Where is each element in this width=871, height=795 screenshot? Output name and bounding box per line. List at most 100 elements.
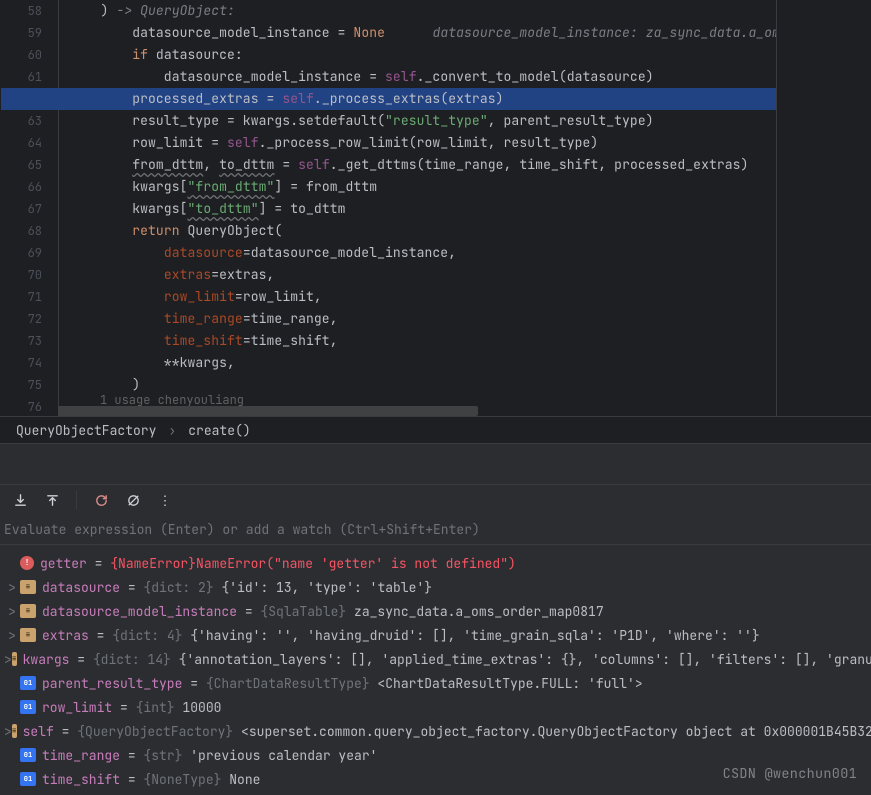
line-number: 64 <box>0 132 58 154</box>
variable-row[interactable]: >≡kwargs = {dict: 14} {'annotation_layer… <box>0 647 871 671</box>
variable-type: {dict: 4} <box>112 627 190 644</box>
code-line[interactable]: processed_extras = self._process_extras(… <box>59 88 871 110</box>
variable-type: {ChartDataResultType} <box>206 675 378 692</box>
breadcrumb-class[interactable]: QueryObjectFactory <box>16 422 156 439</box>
mute-icon[interactable] <box>125 492 141 508</box>
expand-icon[interactable]: > <box>4 603 20 620</box>
error-icon: ! <box>20 556 34 570</box>
breadcrumb-method[interactable]: create() <box>188 422 250 439</box>
expand-icon[interactable]: > <box>4 723 12 740</box>
variable-value: {'annotation_layers': [], 'applied_time_… <box>179 651 871 668</box>
separator <box>76 491 77 509</box>
variable-name: time_range <box>42 747 120 764</box>
line-number: 75 <box>0 374 58 396</box>
variable-row[interactable]: >≡datasource_model_instance = {SqlaTable… <box>0 599 871 623</box>
line-gutter: 58596061626364656667686970717273747576 <box>0 0 58 416</box>
variable-type: {int} <box>136 699 183 716</box>
code-line[interactable]: result_type = kwargs.setdefault("result_… <box>69 110 871 132</box>
variable-row[interactable]: 01row_limit = {int} 10000 <box>0 695 871 719</box>
variable-name: row_limit <box>42 699 112 716</box>
variable-value: 'previous calendar year' <box>190 747 377 764</box>
variable-name: datasource_model_instance <box>42 603 237 620</box>
variable-row[interactable]: !getter = {NameError}NameError("name 'ge… <box>0 551 871 575</box>
code-line[interactable]: kwargs["from_dttm"] = from_dttm <box>69 176 871 198</box>
expand-icon <box>4 771 20 788</box>
variable-row[interactable]: >≡self = {QueryObjectFactory} <superset.… <box>0 719 871 743</box>
variable-name: extras <box>42 627 89 644</box>
upload-icon[interactable] <box>44 492 60 508</box>
primitive-icon: 01 <box>20 772 36 786</box>
line-number: 67 <box>0 198 58 220</box>
code-line[interactable]: datasource=datasource_model_instance, <box>69 242 871 264</box>
expand-icon <box>4 555 20 572</box>
code-line[interactable]: row_limit = self._process_row_limit(row_… <box>69 132 871 154</box>
download-icon[interactable] <box>12 492 28 508</box>
expand-icon[interactable]: > <box>4 579 20 596</box>
watch-expression-input[interactable] <box>0 515 871 545</box>
variable-type: {dict: 14} <box>93 651 179 668</box>
variable-name: kwargs <box>23 651 70 668</box>
line-number: 74 <box>0 352 58 374</box>
code-line[interactable]: datasource_model_instance = self._conver… <box>69 66 871 88</box>
variable-type: {str} <box>143 747 190 764</box>
code-line[interactable]: kwargs["to_dttm"] = to_dttm <box>69 198 871 220</box>
code-line[interactable]: datasource_model_instance = None datasou… <box>69 22 871 44</box>
primitive-icon: 01 <box>20 748 36 762</box>
object-icon: ≡ <box>20 580 36 594</box>
code-area[interactable]: ) -> QueryObject: datasource_model_insta… <box>58 0 871 416</box>
more-vertical-icon[interactable]: ⋮ <box>157 492 173 508</box>
line-number: 70 <box>0 264 58 286</box>
panel-spacer <box>0 444 871 485</box>
line-number: 68 <box>0 220 58 242</box>
object-icon: ≡ <box>12 724 17 738</box>
right-stripe <box>776 0 871 416</box>
variable-value: za_sync_data.a_oms_order_map0817 <box>354 603 604 620</box>
line-number: 71 <box>0 286 58 308</box>
variable-name: self <box>23 723 54 740</box>
debug-toolbar: ⋮ <box>0 485 871 515</box>
variable-row[interactable]: 01parent_result_type = {ChartDataResultT… <box>0 671 871 695</box>
variables-panel[interactable]: !getter = {NameError}NameError("name 'ge… <box>0 545 871 795</box>
code-line[interactable]: time_range=time_range, <box>69 308 871 330</box>
variable-name: time_shift <box>42 771 120 788</box>
variable-value: <superset.common.query_object_factory.Qu… <box>241 723 871 740</box>
code-line[interactable]: **kwargs, <box>69 352 871 374</box>
variable-value: 10000 <box>182 699 221 716</box>
variable-type: {QueryObjectFactory} <box>77 723 241 740</box>
expand-icon <box>4 699 20 716</box>
expand-icon[interactable]: > <box>4 651 12 668</box>
line-number: 73 <box>0 330 58 352</box>
object-icon: ≡ <box>20 628 36 642</box>
code-line[interactable]: from_dttm, to_dttm = self._get_dttms(tim… <box>69 154 871 176</box>
code-line[interactable]: if datasource: <box>69 44 871 66</box>
primitive-icon: 01 <box>20 676 36 690</box>
code-line[interactable]: row_limit=row_limit, <box>69 286 871 308</box>
variable-value: {'having': '', 'having_druid': [], 'time… <box>190 627 759 644</box>
code-line[interactable]: extras=extras, <box>69 264 871 286</box>
variable-value: {'id': 13, 'type': 'table'} <box>221 579 432 596</box>
line-number: 59 <box>0 22 58 44</box>
code-line[interactable]: ) -> QueryObject: <box>69 0 871 22</box>
variable-type: {NoneType} <box>143 771 229 788</box>
expand-icon <box>4 747 20 764</box>
variable-name: datasource <box>42 579 120 596</box>
reload-icon[interactable] <box>93 492 109 508</box>
line-number: 60 <box>0 44 58 66</box>
code-line[interactable]: time_shift=time_shift, <box>69 330 871 352</box>
expand-icon[interactable]: > <box>4 627 20 644</box>
primitive-icon: 01 <box>20 700 36 714</box>
code-editor[interactable]: 58596061626364656667686970717273747576 )… <box>0 0 871 416</box>
variable-row[interactable]: >≡datasource = {dict: 2} {'id': 13, 'typ… <box>0 575 871 599</box>
line-number: 69 <box>0 242 58 264</box>
variable-type: {dict: 2} <box>143 579 221 596</box>
variable-value: {NameError}NameError("name 'getter' is n… <box>110 555 516 572</box>
line-number: 66 <box>0 176 58 198</box>
variable-value: <ChartDataResultType.FULL: 'full'> <box>377 675 642 692</box>
chevron-right-icon: › <box>168 422 176 439</box>
code-line[interactable]: return QueryObject( <box>69 220 871 242</box>
variable-row[interactable]: >≡extras = {dict: 4} {'having': '', 'hav… <box>0 623 871 647</box>
variable-row[interactable]: 01time_range = {str} 'previous calendar … <box>0 743 871 767</box>
object-icon: ≡ <box>20 604 36 618</box>
line-number: 76 <box>0 396 58 416</box>
variable-name: getter <box>40 555 87 572</box>
